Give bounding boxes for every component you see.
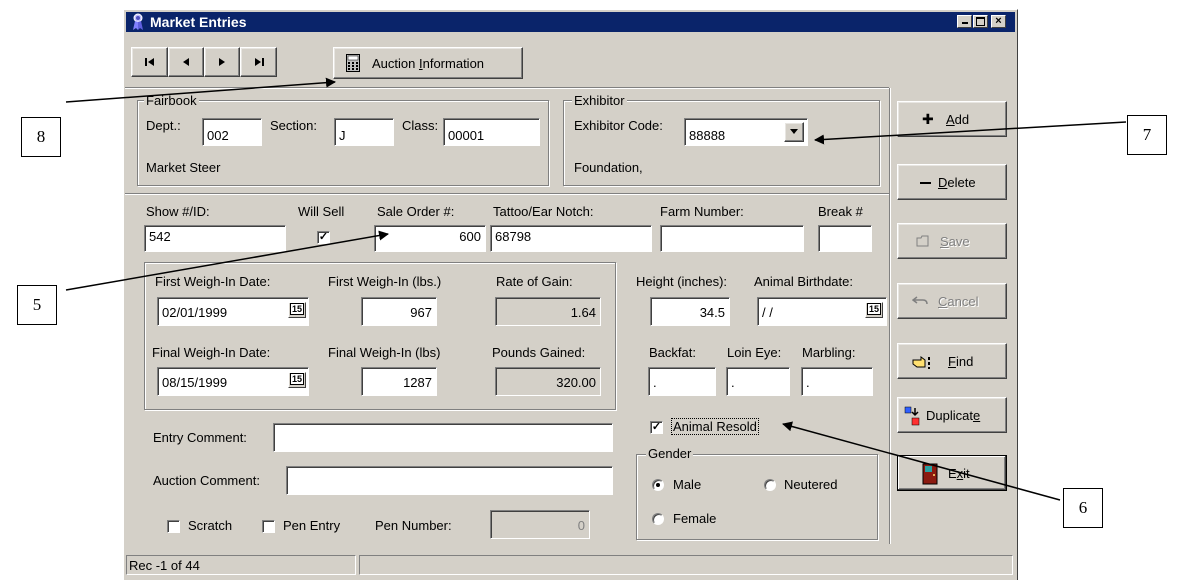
callout-8: 8 bbox=[21, 117, 61, 157]
callout-5-arrow bbox=[65, 230, 389, 291]
callout-7-arrow bbox=[814, 121, 1127, 145]
callout-7: 7 bbox=[1127, 115, 1167, 155]
callout-8-arrow bbox=[65, 77, 336, 103]
callout-arrows bbox=[65, 77, 1127, 501]
callout-5: 5 bbox=[17, 285, 57, 325]
callout-6-arrow bbox=[782, 421, 1061, 501]
callout-6: 6 bbox=[1063, 488, 1103, 528]
